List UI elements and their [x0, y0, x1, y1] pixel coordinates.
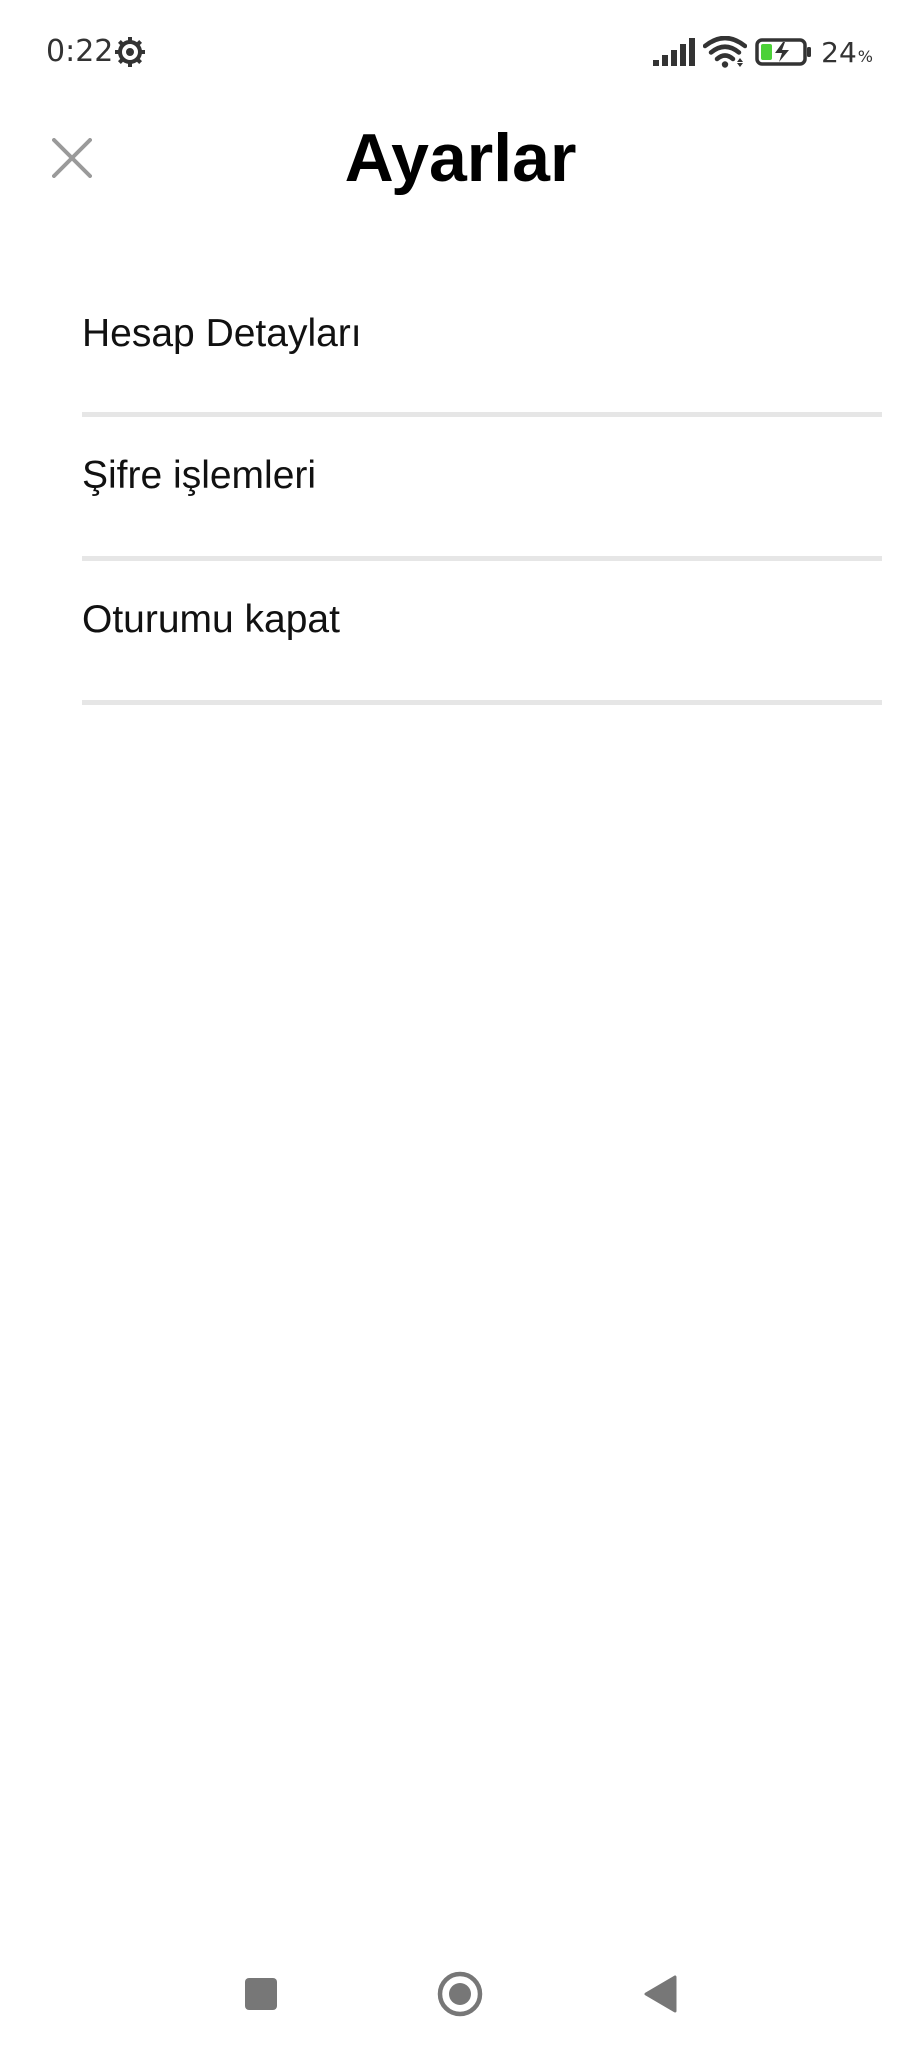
- system-nav-bar: [0, 1936, 921, 2048]
- home-circle-icon: [437, 1971, 483, 2017]
- signal-icon: [653, 38, 696, 66]
- battery-percent-sign: %: [857, 46, 873, 66]
- settings-item-logout[interactable]: Oturumu kapat: [82, 561, 882, 705]
- settings-item-label: Oturumu kapat: [82, 597, 340, 641]
- battery-level-text: 24%: [821, 36, 873, 69]
- back-triangle-icon: [644, 1975, 677, 2013]
- battery-percentage: 24: [821, 35, 857, 69]
- battery-charging-icon: [755, 38, 812, 66]
- page-title: Ayarlar: [344, 120, 577, 196]
- status-bar: 0:22 24 %: [0, 0, 921, 104]
- recents-button[interactable]: [233, 1966, 289, 2022]
- status-time: 0:22: [46, 34, 114, 69]
- settings-item-label: Şifre işlemleri: [82, 453, 317, 497]
- recents-square-icon: [245, 1978, 277, 2010]
- home-button[interactable]: [432, 1966, 488, 2022]
- status-icons: 24%: [653, 34, 873, 70]
- wifi-icon: [703, 36, 748, 68]
- settings-item-account-details[interactable]: Hesap Detayları: [82, 278, 882, 417]
- settings-item-label: Hesap Detayları: [82, 312, 362, 355]
- settings-gear-icon: [115, 37, 145, 67]
- header: Ayarlar: [0, 104, 921, 224]
- settings-list: Hesap Detayları Şifre işlemleri Oturumu …: [82, 278, 882, 705]
- back-button[interactable]: [632, 1966, 688, 2022]
- settings-item-password-operations[interactable]: Şifre işlemleri: [82, 417, 882, 561]
